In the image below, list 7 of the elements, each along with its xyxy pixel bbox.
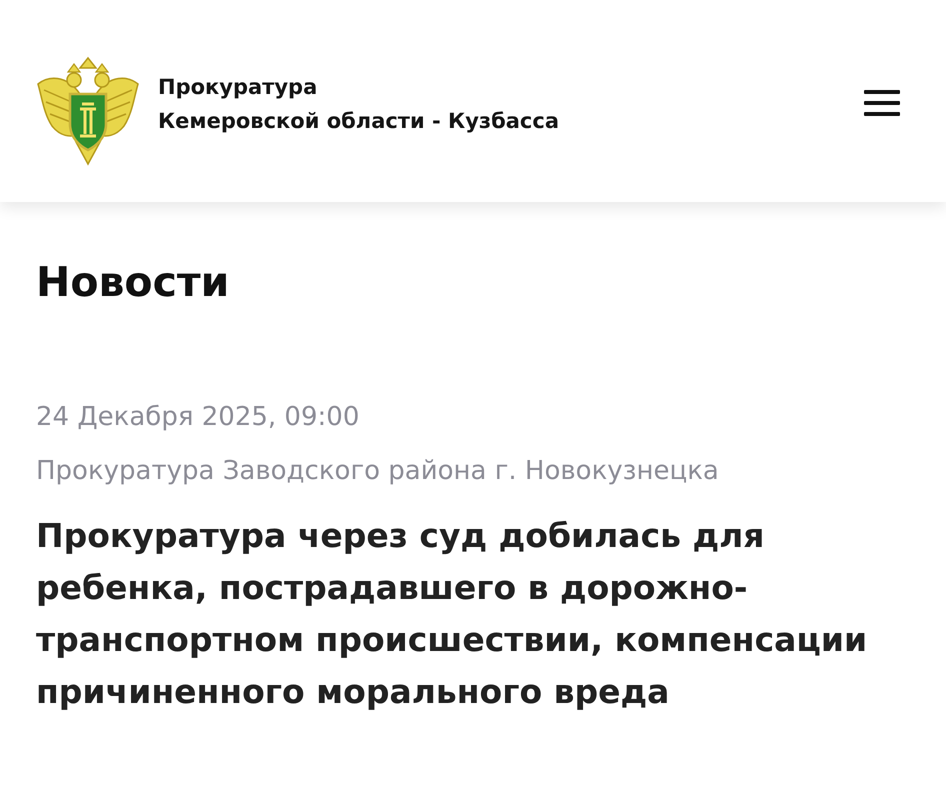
organization-name[interactable]: Прокуратура bbox=[158, 70, 559, 104]
menu-icon[interactable] bbox=[864, 88, 900, 118]
news-headline[interactable]: Прокуратура через суд добилась для ребенка, пострадавшего в дорожно-транспортном происшествии, компенсации причиненного морального вреда bbox=[36, 510, 910, 718]
eagle-emblem-icon[interactable] bbox=[36, 54, 140, 166]
organization-name[interactable]: Кемеровской области - Кузбасса bbox=[158, 104, 559, 138]
news-date: 24 Декабря 2025, 09:00 bbox=[36, 401, 360, 434]
page-title: Новости bbox=[36, 257, 230, 308]
